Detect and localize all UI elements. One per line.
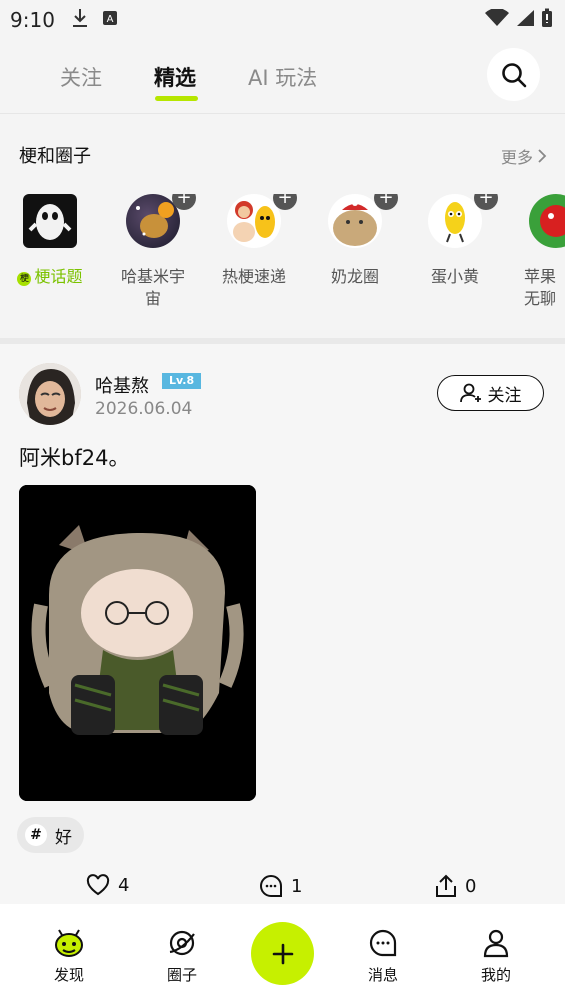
comment-button[interactable]: 1 bbox=[259, 874, 302, 898]
comment-icon bbox=[260, 874, 282, 897]
status-bar: 9:10 A bbox=[0, 0, 565, 40]
signal-icon bbox=[517, 10, 534, 26]
circle-label: 哈基米宇宙 bbox=[120, 267, 185, 308]
nav-circles[interactable]: 圈子 bbox=[142, 928, 222, 985]
meme-topic-avatar bbox=[23, 194, 77, 248]
chevron-right-icon bbox=[538, 149, 547, 163]
nav-discover[interactable]: 发现 bbox=[29, 928, 109, 985]
share-count: 0 bbox=[465, 875, 477, 897]
share-button[interactable]: 0 bbox=[435, 874, 476, 898]
circles-row: 梗梗话题 + 哈基米宇宙 + 热梗速递 + 奶龙圈 + 蛋小黄 苹果无聊 bbox=[0, 194, 565, 324]
circles-title: 梗和圈子 bbox=[19, 146, 91, 167]
discover-icon bbox=[55, 929, 83, 957]
nav-profile[interactable]: 我的 bbox=[456, 928, 536, 985]
level-badge: Lv.8 bbox=[162, 373, 202, 389]
circle-item[interactable]: + 热梗速递 bbox=[204, 194, 304, 288]
circle-label: 热梗速递 bbox=[221, 267, 286, 286]
planet-icon bbox=[169, 930, 195, 956]
svg-text:A: A bbox=[107, 14, 114, 25]
search-button[interactable] bbox=[487, 48, 540, 101]
nav-messages[interactable]: 消息 bbox=[343, 928, 423, 985]
tab-featured[interactable]: 精选 bbox=[154, 62, 196, 92]
hashtag-icon: # bbox=[25, 824, 47, 846]
nav-label: 圈子 bbox=[166, 966, 197, 984]
follow-label: 关注 bbox=[487, 385, 522, 406]
egg-yellow-avatar: + bbox=[428, 194, 498, 248]
nav-label: 消息 bbox=[367, 966, 398, 984]
bottom-nav: 发现 圈子 消息 我的 bbox=[0, 904, 565, 1004]
apple-avatar bbox=[529, 194, 565, 248]
search-icon bbox=[501, 62, 526, 87]
add-circle-icon[interactable]: + bbox=[172, 194, 196, 210]
circle-label: 苹果无聊 bbox=[523, 267, 556, 308]
post-date: 2026.06.04 bbox=[95, 399, 193, 419]
meme-tag-icon: 梗 bbox=[17, 272, 32, 286]
plus-icon bbox=[272, 943, 293, 964]
circle-label: 梗话题 bbox=[34, 267, 83, 286]
hachimi-avatar: + bbox=[126, 194, 196, 248]
circle-label: 奶龙圈 bbox=[330, 267, 379, 286]
feed-post: 哈基熬 Lv.8 2026.06.04 关注 阿米bf24。 # 好 4 1 0 bbox=[0, 344, 565, 904]
post-actions: 4 1 0 bbox=[0, 874, 565, 904]
user-icon bbox=[483, 929, 509, 958]
more-circles-link[interactable]: 更多 bbox=[501, 144, 547, 168]
add-circle-icon[interactable]: + bbox=[474, 194, 498, 210]
post-text: 阿米bf24。 bbox=[19, 446, 130, 470]
user-avatar[interactable] bbox=[19, 363, 81, 425]
add-circle-icon[interactable]: + bbox=[273, 194, 297, 210]
download-icon bbox=[73, 9, 87, 27]
post-username[interactable]: 哈基熬 bbox=[95, 372, 149, 398]
hot-memes-avatar: + bbox=[227, 194, 297, 248]
follow-button[interactable]: 关注 bbox=[437, 375, 544, 411]
status-time: 9:10 bbox=[10, 8, 55, 32]
like-count: 4 bbox=[118, 874, 130, 896]
message-icon bbox=[369, 929, 397, 957]
comment-count: 1 bbox=[291, 875, 303, 897]
circle-item[interactable]: + 哈基米宇宙 bbox=[103, 194, 203, 310]
create-post-button[interactable] bbox=[251, 922, 314, 985]
share-icon bbox=[436, 874, 456, 897]
hashtag-chip[interactable]: # 好 bbox=[17, 817, 84, 853]
add-user-icon bbox=[459, 383, 481, 403]
battery-icon bbox=[542, 8, 552, 27]
tab-following[interactable]: 关注 bbox=[60, 62, 102, 92]
heart-icon bbox=[86, 874, 110, 896]
post-image[interactable] bbox=[19, 485, 256, 801]
more-label: 更多 bbox=[500, 148, 533, 167]
wifi-icon bbox=[485, 9, 509, 26]
circle-item[interactable]: 苹果无聊 bbox=[506, 194, 565, 310]
active-tab-indicator bbox=[155, 96, 198, 101]
circle-item[interactable]: + 奶龙圈 bbox=[305, 194, 405, 288]
circle-item[interactable]: + 蛋小黄 bbox=[405, 194, 505, 288]
hashtag-label: 好 bbox=[55, 827, 72, 848]
nav-label: 发现 bbox=[53, 966, 84, 984]
keyboard-a-icon: A bbox=[103, 11, 117, 25]
feed-tabs: 关注 精选 AI 玩法 bbox=[0, 52, 565, 112]
add-circle-icon[interactable]: + bbox=[374, 194, 398, 210]
tab-ai-play[interactable]: AI 玩法 bbox=[248, 62, 317, 92]
like-button[interactable]: 4 bbox=[86, 874, 129, 896]
nav-label: 我的 bbox=[480, 966, 511, 984]
circles-section: 梗和圈子 更多 梗梗话题 + 哈基米宇宙 + 热梗速递 + 奶龙圈 + 蛋小黄 … bbox=[0, 114, 565, 340]
nailong-avatar: + bbox=[328, 194, 398, 248]
circle-item[interactable]: 梗梗话题 bbox=[0, 194, 100, 288]
circle-label: 蛋小黄 bbox=[430, 267, 479, 286]
